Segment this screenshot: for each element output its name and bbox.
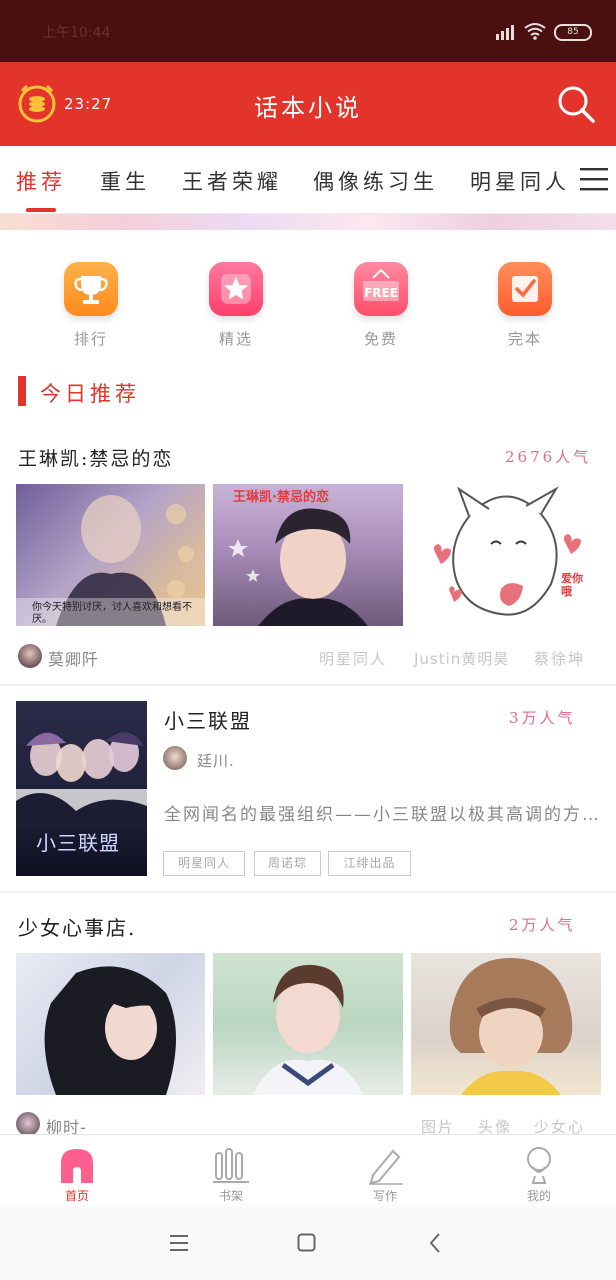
app-bar: 23:27 话本小说 bbox=[0, 62, 616, 146]
category-tabs: 推荐 重生 王者荣耀 偶像练习生 明星同人 bbox=[0, 146, 616, 214]
app-title: 话本小说 bbox=[254, 94, 362, 122]
book-popularity: 2676人气 bbox=[505, 448, 592, 466]
divider bbox=[0, 891, 616, 893]
book-image-1[interactable]: 你今天特别讨厌，讨人喜欢和想看不厌。 bbox=[16, 484, 205, 626]
tab-rebirth[interactable]: 重生 bbox=[100, 166, 150, 196]
book-tag-chip[interactable]: 明星同人 bbox=[163, 851, 245, 876]
book-author[interactable]: 莫卿阡 bbox=[48, 646, 99, 670]
book-popularity: 3万人气 bbox=[509, 709, 576, 727]
battery-level: 85 bbox=[567, 27, 579, 37]
author-avatar[interactable] bbox=[18, 644, 42, 668]
section-title: 今日推荐 bbox=[40, 382, 140, 406]
book-tag-chip[interactable]: 江绯出品 bbox=[328, 851, 411, 876]
quick-link-completed[interactable]: 完本 bbox=[485, 262, 565, 349]
system-navigation-bar bbox=[0, 1206, 616, 1280]
checkbox-icon bbox=[498, 262, 552, 316]
status-bar: 上午10:44 85 bbox=[0, 0, 616, 62]
tab-honor-of-kings[interactable]: 王者荣耀 bbox=[182, 166, 282, 196]
book-tag[interactable]: Justin黄明昊 bbox=[414, 648, 509, 669]
tab-recommend[interactable]: 推荐 bbox=[16, 166, 66, 196]
quick-link-label: 排行 bbox=[73, 330, 108, 348]
book-image-6[interactable] bbox=[411, 953, 601, 1095]
battery-icon: 85 bbox=[554, 24, 592, 41]
quick-link-featured[interactable]: 精选 bbox=[196, 262, 276, 349]
nav-label: 我的 bbox=[526, 1189, 551, 1203]
nav-home[interactable]: 首页 bbox=[0, 1135, 154, 1207]
book-title[interactable]: 小三联盟 bbox=[164, 705, 252, 734]
home-button-icon[interactable] bbox=[297, 1233, 317, 1253]
book-image-2[interactable]: 王琳凯·禁忌的恋 bbox=[213, 484, 403, 626]
book-author[interactable]: 廷川. bbox=[197, 750, 235, 771]
home-icon bbox=[61, 1149, 93, 1183]
book-tag-chip[interactable]: 周诺琮 bbox=[254, 851, 321, 876]
nav-write[interactable]: 写作 bbox=[308, 1135, 462, 1207]
author-avatar[interactable] bbox=[16, 1112, 40, 1136]
nav-bookshelf[interactable]: 书架 bbox=[154, 1135, 308, 1207]
divider bbox=[0, 684, 616, 686]
book-popularity: 2万人气 bbox=[509, 916, 576, 934]
image-caption: 你今天特别讨厌，讨人喜欢和想看不厌。 bbox=[32, 602, 192, 625]
tab-celebrity-fanfic[interactable]: 明星同人 bbox=[470, 166, 570, 196]
quick-link-free[interactable]: FREE 免费 bbox=[341, 262, 421, 349]
book-title[interactable]: 王琳凯:禁忌的恋 bbox=[18, 444, 173, 471]
search-icon[interactable] bbox=[556, 84, 596, 124]
book-tag[interactable]: 蔡徐坤 bbox=[534, 648, 585, 669]
recent-apps-icon[interactable] bbox=[170, 1234, 190, 1252]
nav-profile[interactable]: 我的 bbox=[462, 1135, 616, 1207]
nav-label: 书架 bbox=[218, 1189, 243, 1203]
free-badge-text: FREE bbox=[364, 286, 398, 300]
status-time: 上午10:44 bbox=[42, 25, 111, 41]
nav-label: 写作 bbox=[372, 1189, 397, 1203]
book-image-4[interactable] bbox=[16, 953, 205, 1095]
trophy-icon bbox=[64, 262, 118, 316]
bottom-navigation: 首页 书架 写作 我的 bbox=[0, 1134, 616, 1206]
screen: 上午10:44 85 23:27 话本小说 推荐 重生 王者荣耀 偶像练习生 明… bbox=[0, 0, 616, 1280]
book-tag[interactable]: 明星同人 bbox=[319, 648, 387, 669]
wifi-icon bbox=[524, 23, 546, 40]
quick-link-label: 免费 bbox=[363, 330, 398, 348]
book-cover[interactable]: 小三联盟 bbox=[16, 701, 147, 876]
book-description: 全网闻名的最强组织——小三联盟以极其高调的方式出现 bbox=[164, 805, 604, 825]
tab-idol-trainee[interactable]: 偶像练习生 bbox=[313, 166, 438, 196]
image-caption: 王琳凯·禁忌的恋 bbox=[233, 490, 329, 505]
quick-link-label: 精选 bbox=[218, 330, 253, 348]
signal-icon bbox=[496, 25, 514, 40]
quick-link-ranking[interactable]: 排行 bbox=[51, 262, 131, 349]
quick-link-label: 完本 bbox=[507, 330, 542, 348]
cover-title: 小三联盟 bbox=[36, 831, 120, 855]
book-image-3[interactable]: 爱你哦 bbox=[411, 484, 601, 626]
banner-carousel[interactable] bbox=[0, 214, 616, 230]
profile-icon bbox=[527, 1147, 551, 1184]
author-avatar[interactable] bbox=[163, 746, 187, 770]
book-image-5[interactable] bbox=[213, 953, 403, 1095]
pencil-icon bbox=[369, 1149, 403, 1185]
active-tab-indicator bbox=[26, 208, 56, 212]
book-title[interactable]: 少女心事店. bbox=[18, 912, 136, 941]
back-icon[interactable] bbox=[428, 1232, 442, 1254]
free-tag-icon: FREE bbox=[354, 262, 408, 316]
bookshelf-icon bbox=[213, 1148, 249, 1183]
menu-icon[interactable] bbox=[580, 167, 608, 191]
section-marker bbox=[18, 376, 26, 406]
image-caption: 爱你哦 bbox=[561, 572, 583, 598]
star-icon bbox=[209, 262, 263, 316]
nav-label: 首页 bbox=[64, 1189, 89, 1203]
